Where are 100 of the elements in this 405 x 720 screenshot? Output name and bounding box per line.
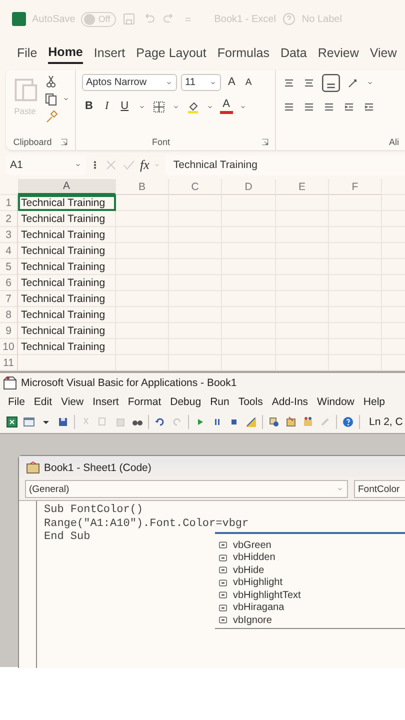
code-line: Range("A1:A10").Font.Color=vbgr — [44, 518, 249, 531]
bold-button[interactable]: B — [82, 101, 96, 112]
align-bottom-icon[interactable] — [322, 74, 340, 92]
table-cell-text: Technical Training — [20, 260, 106, 275]
shrink-font-button[interactable]: A — [242, 78, 255, 88]
excel-icon[interactable] — [6, 416, 18, 428]
insert-function-button[interactable]: fx — [140, 157, 150, 173]
table-cell: Technical Training — [18, 195, 116, 211]
code-line: End Sub — [44, 531, 90, 544]
ribbon-tab[interactable]: File — [17, 43, 38, 63]
table-cell-text: Technical Training — [20, 244, 106, 259]
procedure-dropdown[interactable]: FontColor — [354, 480, 405, 498]
column-header[interactable]: F — [329, 179, 382, 195]
menu-item[interactable]: View — [61, 396, 84, 408]
format-painter-icon[interactable] — [44, 110, 58, 124]
menu-item[interactable]: Help — [363, 396, 386, 408]
autocomplete-item[interactable]: vbHidden — [215, 552, 405, 564]
chevron-down-icon[interactable] — [74, 161, 82, 169]
formula-input[interactable]: Technical Training — [165, 155, 405, 175]
table-cell-text: Technical Training — [20, 324, 106, 339]
copy-icon[interactable] — [44, 92, 58, 106]
menu-item[interactable]: Format — [128, 396, 162, 408]
row-header[interactable]: 6 — [0, 275, 18, 291]
autocomplete-item[interactable]: vbHide — [215, 564, 405, 576]
constant-icon[interactable] — [218, 565, 228, 576]
row-header[interactable]: 2 — [0, 211, 18, 227]
column-header[interactable]: B — [116, 179, 169, 195]
row-header[interactable]: 10 — [0, 339, 18, 355]
borders-icon[interactable] — [152, 100, 166, 114]
window-title: Microsoft Visual Basic for Applications - Book1 — [21, 377, 237, 389]
group-label: Clipboard — [13, 137, 52, 147]
ribbon-tab[interactable]: View — [370, 43, 397, 63]
constant-icon[interactable] — [218, 615, 228, 626]
menu-item[interactable]: Edit — [34, 396, 52, 408]
autocomplete-item[interactable]: vbHighlightText — [215, 589, 405, 602]
code-window-title: Book1 - Sheet1 (Code) — [44, 462, 152, 474]
constant-icon[interactable] — [218, 552, 228, 563]
font-color-button[interactable]: A — [220, 99, 233, 114]
ribbon-tab[interactable]: Review — [318, 43, 359, 63]
constant-icon[interactable] — [218, 602, 228, 613]
code-line: Sub FontColor() — [44, 504, 144, 518]
ribbon-tab[interactable]: Home — [48, 42, 83, 64]
table-cell-text: Technical Training — [20, 292, 106, 307]
design-icon[interactable] — [245, 416, 257, 428]
row-header[interactable]: 4 — [0, 243, 18, 259]
ribbon-tab[interactable]: Formulas — [217, 43, 270, 63]
object-dropdown[interactable]: (General) — [25, 480, 348, 498]
row-header[interactable]: 7 — [0, 291, 18, 307]
ribbon-tab[interactable]: Data — [280, 43, 307, 63]
row-header[interactable]: 9 — [0, 323, 18, 339]
autocomplete-item[interactable]: vbIgnore — [215, 614, 405, 626]
constant-icon[interactable] — [218, 578, 228, 588]
cursor-position: Ln 2, C — [369, 416, 403, 428]
table-cell-text: Technical Training — [20, 228, 106, 243]
column-header[interactable]: C — [169, 179, 222, 195]
vba-window-icon[interactable] — [3, 376, 17, 390]
column-header[interactable]: E — [276, 179, 329, 195]
dialog-launcher-icon[interactable] — [60, 138, 68, 146]
menu-item[interactable]: Tools — [238, 396, 263, 408]
module-icon[interactable] — [26, 461, 40, 475]
row-header[interactable]: 1 — [0, 195, 18, 211]
menu-item[interactable]: Add-Ins — [272, 396, 308, 408]
chevron-down-icon[interactable] — [366, 79, 374, 87]
row-header[interactable]: 8 — [0, 307, 18, 323]
grow-font-button[interactable]: A — [225, 77, 238, 88]
save-icon[interactable] — [57, 416, 69, 428]
properties-icon[interactable] — [285, 416, 297, 428]
row-header[interactable]: 3 — [0, 227, 18, 243]
table-cell-text: Technical Training — [20, 308, 106, 323]
constant-icon[interactable] — [218, 540, 228, 550]
cut-icon[interactable] — [44, 74, 58, 88]
chevron-down-icon[interactable] — [62, 95, 70, 103]
dialog-launcher-icon[interactable] — [261, 138, 269, 146]
row-header[interactable]: 5 — [0, 259, 18, 275]
underline-button[interactable]: U — [118, 101, 132, 112]
font-name-dropdown[interactable]: Aptos Narrow — [82, 74, 177, 91]
ribbon-tab[interactable]: Insert — [94, 43, 126, 63]
menu-item[interactable]: Run — [210, 396, 230, 408]
menu-item[interactable]: Window — [317, 396, 354, 408]
autocomplete-item[interactable]: vbGreen — [215, 539, 405, 552]
fill-color-icon[interactable] — [186, 100, 200, 114]
column-header[interactable]: D — [222, 179, 276, 195]
autocomplete-item[interactable]: vbHighlight — [215, 576, 405, 589]
column-header[interactable]: A — [18, 179, 116, 195]
autocomplete-item[interactable]: vbHiragana — [215, 602, 405, 614]
group-label: Font — [152, 137, 170, 147]
table-cell-text: Technical Training — [20, 276, 106, 291]
ribbon-tab[interactable]: Page Layout — [136, 43, 206, 63]
name-box[interactable]: A1 — [6, 155, 86, 175]
menu-item[interactable]: Debug — [170, 396, 202, 408]
help-icon[interactable] — [342, 416, 354, 428]
object-browser-icon[interactable] — [302, 416, 314, 428]
menu-item[interactable]: Insert — [92, 396, 119, 408]
form-icon[interactable] — [23, 416, 35, 428]
menu-item[interactable]: File — [8, 396, 25, 408]
undo-icon[interactable] — [154, 416, 166, 428]
italic-button[interactable]: I — [102, 101, 112, 112]
font-size-dropdown[interactable]: 11 — [181, 74, 221, 91]
project-icon[interactable] — [268, 416, 280, 428]
constant-icon[interactable] — [218, 590, 228, 600]
